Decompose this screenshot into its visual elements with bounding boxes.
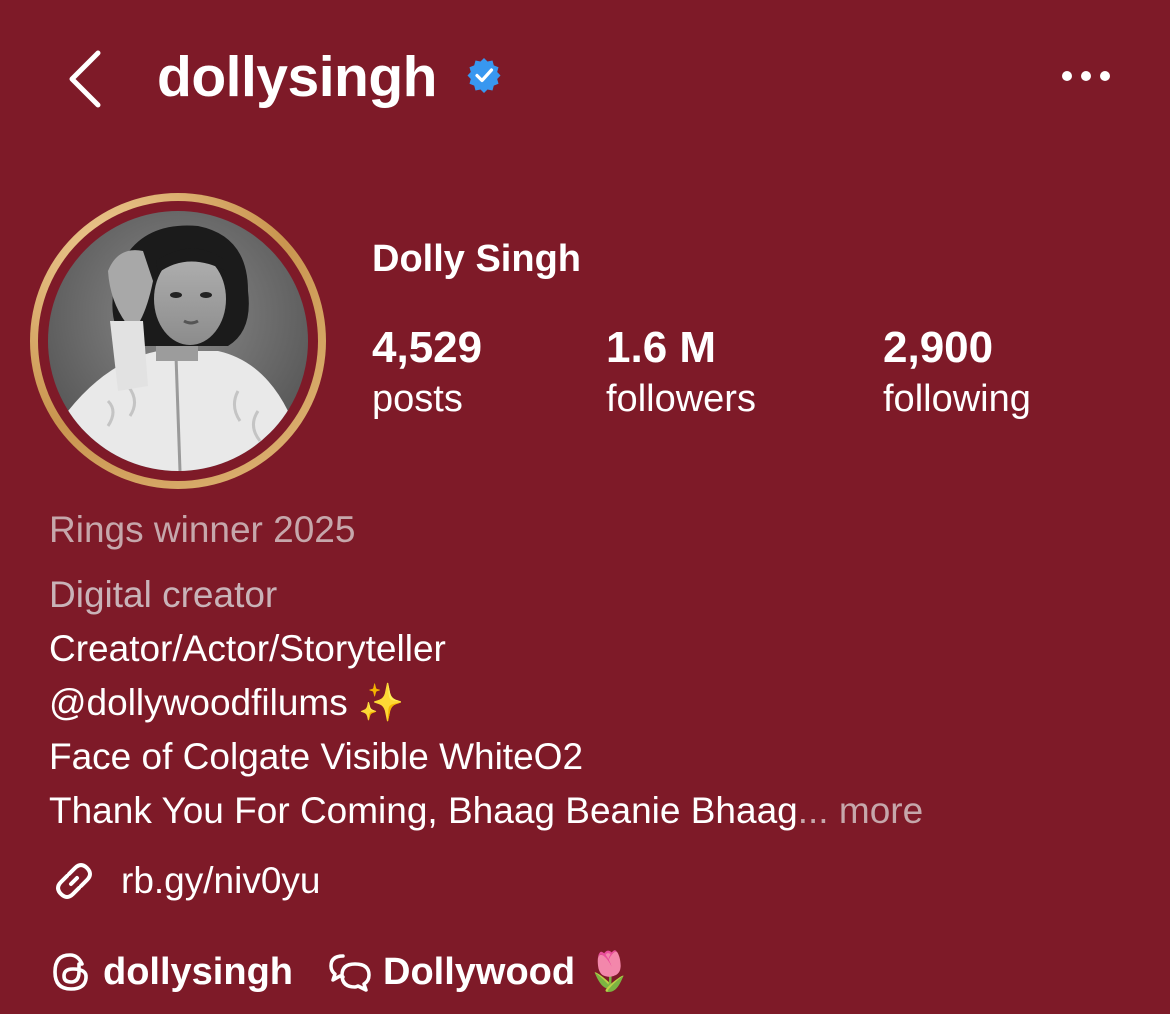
broadcast-channel-chip[interactable]: Dollywood 🌷 bbox=[325, 950, 633, 994]
link-text: rb.gy/niv0yu bbox=[121, 860, 321, 901]
profile-username: dollysingh bbox=[157, 45, 438, 109]
following-count: 2,900 bbox=[883, 323, 994, 372]
channel-name: Dollywood 🌷 bbox=[383, 951, 633, 993]
chevron-left-icon bbox=[69, 50, 101, 108]
bio-line: Creator/Actor/Storyteller bbox=[49, 628, 446, 669]
posts-label: posts bbox=[372, 378, 463, 420]
followers-count: 1.6 M bbox=[606, 323, 717, 372]
chat-bubbles-icon bbox=[329, 954, 371, 992]
following-stat[interactable]: 2,900 following bbox=[883, 322, 1031, 424]
bio-mention-line[interactable]: @dollywoodfilums ✨ bbox=[49, 681, 404, 725]
bio-ellipsis: ... bbox=[797, 790, 829, 831]
award-line: Rings winner 2025 bbox=[49, 509, 356, 550]
profile-header: dollysingh bbox=[0, 0, 1170, 150]
threads-profile-chip[interactable]: dollysingh bbox=[49, 950, 293, 994]
profile-photo bbox=[48, 211, 308, 471]
back-button[interactable] bbox=[58, 48, 110, 110]
bio-line: Face of Colgate Visible WhiteO2 bbox=[49, 736, 584, 777]
posts-count: 4,529 bbox=[372, 323, 483, 372]
ellipsis-icon bbox=[1062, 71, 1110, 81]
category-label: Digital creator bbox=[49, 574, 278, 615]
following-label: following bbox=[883, 378, 1031, 420]
display-name: Dolly Singh bbox=[372, 238, 581, 280]
link-icon bbox=[56, 863, 92, 899]
posts-stat[interactable]: 4,529 posts bbox=[372, 322, 482, 424]
bio-truncated-line: Thank You For Coming, Bhaag Beanie Bhaag… bbox=[49, 789, 923, 833]
threads-icon bbox=[53, 953, 88, 991]
more-options-button[interactable] bbox=[1056, 58, 1116, 94]
social-links-row: dollysingh Dollywood 🌷 bbox=[49, 944, 665, 1000]
threads-handle: dollysingh bbox=[103, 950, 293, 993]
more-button[interactable]: more bbox=[839, 790, 923, 831]
bio-line-text: Thank You For Coming, Bhaag Beanie Bhaag bbox=[49, 790, 798, 831]
followers-label: followers bbox=[606, 378, 756, 420]
external-link[interactable]: rb.gy/niv0yu bbox=[49, 856, 321, 906]
avatar[interactable] bbox=[48, 211, 308, 471]
avatar-ring bbox=[30, 193, 326, 489]
verified-badge-icon bbox=[467, 58, 501, 93]
followers-stat[interactable]: 1.6 M followers bbox=[606, 322, 756, 424]
